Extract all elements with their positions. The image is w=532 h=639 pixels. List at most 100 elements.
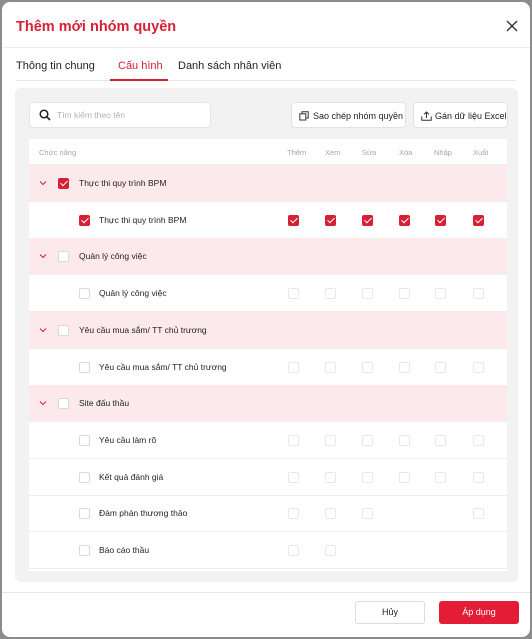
dialog-header: Thêm mới nhóm quyền (2, 2, 530, 48)
header-import: Nhập (434, 148, 452, 157)
item-checkbox[interactable] (79, 361, 90, 373)
permission-checkbox-export[interactable] (473, 508, 484, 520)
tab-bar: Thông tin chung Cấu hình Danh sách nhân … (2, 48, 530, 82)
tab-general-info[interactable]: Thông tin chung (16, 60, 95, 72)
permission-checkbox-delete[interactable] (399, 288, 410, 300)
function-label: Kết quả đánh giá (99, 471, 164, 482)
table-header: Chức năng Thêm Xem Sửa Xóa Nhập Xuất (29, 139, 507, 165)
tab-employee-list[interactable]: Danh sách nhân viên (178, 60, 281, 72)
permission-checkbox-add[interactable] (288, 361, 299, 373)
group-label: Quản lý công việc (79, 251, 147, 262)
permission-checkbox-edit[interactable] (362, 508, 373, 520)
group-checkbox[interactable] (58, 398, 69, 410)
table-row: Báo cáo thầu (29, 532, 507, 569)
upload-icon (421, 111, 432, 121)
group-row: Quản lý công việc (29, 238, 507, 276)
group-row: Thực thi quy trình BPM (29, 165, 507, 202)
close-icon[interactable] (506, 20, 518, 32)
permission-checkbox-add[interactable] (288, 288, 299, 300)
copy-permission-group-button[interactable]: Sao chép nhóm quyền (291, 102, 406, 128)
apply-button[interactable]: Áp dụng (439, 601, 519, 624)
permission-checkbox-view[interactable] (325, 471, 336, 483)
excel-button-label: Gán dữ liệu Excel (435, 111, 507, 121)
table-row: Quản lý công việc (29, 275, 507, 313)
chevron-down-icon[interactable] (39, 399, 47, 407)
import-excel-button[interactable]: Gán dữ liệu Excel (413, 102, 508, 128)
permission-checkbox-delete[interactable] (399, 361, 410, 373)
search-box[interactable] (29, 102, 211, 128)
permission-checkbox-import[interactable] (435, 288, 446, 300)
permission-checkbox-export[interactable] (473, 361, 484, 373)
permission-checkbox-view[interactable] (325, 361, 336, 373)
table-row: Yêu cầu làm rõ (29, 422, 507, 459)
permission-checkbox-view[interactable] (325, 434, 336, 446)
function-label: Đàm phán thương thảo (99, 508, 188, 519)
permission-checkbox-view[interactable] (325, 508, 336, 520)
permission-checkbox-add[interactable] (288, 545, 299, 556)
permission-checkbox-add[interactable] (288, 508, 299, 520)
permission-checkbox-edit[interactable] (362, 471, 373, 483)
group-label: Thực thi quy trình BPM (79, 178, 167, 188)
item-checkbox[interactable] (79, 545, 90, 556)
permission-checkbox-import[interactable] (435, 214, 446, 226)
table-row: Yêu cầu mua sắm/ TT chủ trương (29, 349, 507, 386)
function-label: Yêu cầu làm rõ (99, 434, 157, 445)
function-label: Thực thi quy trình BPM (99, 214, 187, 225)
tab-divider (16, 80, 516, 81)
item-checkbox[interactable] (79, 434, 90, 446)
permission-checkbox-export[interactable] (473, 434, 484, 446)
permission-checkbox-view[interactable] (325, 288, 336, 300)
permission-checkbox-export[interactable] (473, 288, 484, 300)
function-label: Quản lý công việc (99, 288, 167, 299)
item-checkbox[interactable] (79, 471, 90, 483)
permission-checkbox-add[interactable] (288, 471, 299, 483)
header-export: Xuất (473, 148, 489, 157)
header-view: Xem (325, 148, 341, 157)
item-checkbox[interactable] (79, 288, 90, 300)
config-panel: Sao chép nhóm quyền Gán dữ liệu Excel Ch… (15, 88, 518, 582)
permission-checkbox-add[interactable] (288, 214, 299, 226)
header-delete: Xóa (399, 148, 413, 157)
permission-checkbox-view[interactable] (325, 545, 336, 556)
group-row: Yêu cầu mua sắm/ TT chủ trương (29, 311, 507, 349)
permission-checkbox-edit[interactable] (362, 434, 373, 446)
search-icon (39, 109, 51, 121)
permission-checkbox-delete[interactable] (399, 214, 410, 226)
permission-checkbox-import[interactable] (435, 361, 446, 373)
group-row: Site đấu thầu (29, 385, 507, 423)
dialog: Thêm mới nhóm quyền Thông tin chung Cấu … (2, 2, 530, 637)
permission-checkbox-edit[interactable] (362, 361, 373, 373)
permission-checkbox-edit[interactable] (362, 288, 373, 300)
tab-configuration[interactable]: Cấu hình (118, 60, 163, 72)
permission-checkbox-delete[interactable] (399, 471, 410, 483)
permission-checkbox-export[interactable] (473, 471, 484, 483)
copy-button-label: Sao chép nhóm quyền (313, 111, 404, 121)
table-row: Thực thi quy trình BPM (29, 202, 507, 239)
group-checkbox[interactable] (58, 178, 69, 189)
group-checkbox[interactable] (58, 324, 69, 336)
function-label: Báo cáo thầu (99, 545, 150, 555)
permission-checkbox-import[interactable] (435, 434, 446, 446)
permission-checkbox-add[interactable] (288, 434, 299, 446)
permission-checkbox-view[interactable] (325, 214, 336, 226)
item-checkbox[interactable] (79, 214, 90, 226)
footer-divider (2, 592, 530, 593)
function-label: Yêu cầu mua sắm/ TT chủ trương (99, 361, 227, 372)
header-add: Thêm (287, 148, 307, 157)
group-checkbox[interactable] (58, 251, 69, 263)
chevron-down-icon[interactable] (39, 252, 47, 260)
permission-checkbox-export[interactable] (473, 214, 484, 226)
chevron-down-icon[interactable] (39, 179, 47, 187)
copy-icon (299, 111, 309, 121)
table-row: Đàm phán thương thảo (29, 495, 507, 533)
search-input[interactable] (57, 106, 207, 124)
dialog-title: Thêm mới nhóm quyền (16, 19, 177, 35)
header-edit: Sửa (362, 148, 377, 157)
permission-checkbox-import[interactable] (435, 471, 446, 483)
permission-checkbox-edit[interactable] (362, 214, 373, 226)
item-checkbox[interactable] (79, 508, 90, 520)
active-tab-indicator (110, 79, 168, 81)
chevron-down-icon[interactable] (39, 326, 47, 334)
cancel-button[interactable]: Hủy (355, 601, 425, 624)
permission-checkbox-delete[interactable] (399, 434, 410, 446)
